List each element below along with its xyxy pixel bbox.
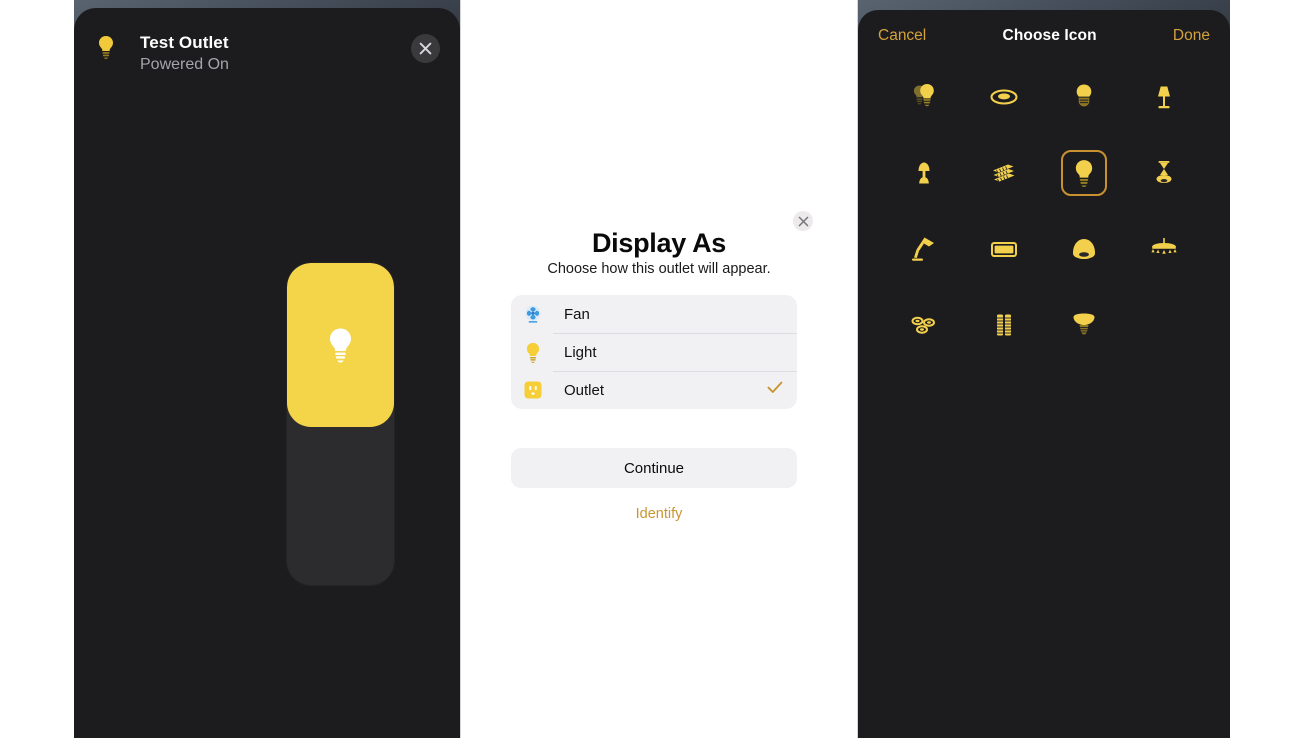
recessed-lights-icon xyxy=(911,316,935,334)
icon-cell-desk-lamp[interactable] xyxy=(884,226,964,272)
cancel-button[interactable]: Cancel xyxy=(878,27,926,45)
device-header: Test Outlet Powered On xyxy=(74,8,460,75)
icon-cell-light-strips[interactable] xyxy=(964,150,1044,196)
chandelier-icon xyxy=(1151,238,1177,254)
done-button[interactable]: Done xyxy=(1173,27,1210,45)
display-as-option-list: Fan Light Outlet xyxy=(511,295,797,409)
close-button[interactable] xyxy=(411,34,440,63)
slider-track[interactable] xyxy=(287,263,394,585)
panel-light-icon xyxy=(991,242,1017,257)
option-label: Light xyxy=(564,343,597,361)
icon-cell-table-lamp[interactable] xyxy=(1124,74,1204,120)
lightbulb-icon xyxy=(330,328,351,363)
option-light[interactable]: Light xyxy=(511,333,797,371)
table-lamp-icon xyxy=(1158,86,1170,109)
continue-button[interactable]: Continue xyxy=(511,448,797,488)
outlet-icon xyxy=(522,379,544,401)
choose-icon-header: Cancel Choose Icon Done xyxy=(858,10,1230,62)
lightbulb-icon xyxy=(1075,160,1093,187)
sheet-title: Choose Icon xyxy=(1002,27,1097,44)
page-title: Display As xyxy=(591,228,727,258)
icon-grid xyxy=(858,62,1230,348)
icon-cell-empty xyxy=(1124,302,1204,348)
identify-link[interactable]: Identify xyxy=(461,506,857,522)
desk-lamp-icon xyxy=(912,237,934,261)
choose-icon-sheet: Cancel Choose Icon Done xyxy=(858,10,1230,738)
display-as-page: Display As Choose how this outlet will a… xyxy=(460,0,858,738)
led-bulb-icon xyxy=(1076,84,1092,107)
icon-cell-panel-light[interactable] xyxy=(964,226,1044,272)
icon-cell-lightbulb[interactable] xyxy=(1044,150,1124,196)
pendant-lamp-icon xyxy=(1156,161,1172,183)
device-detail-sheet: Test Outlet Powered On xyxy=(74,8,460,738)
icon-cell-ring-light[interactable] xyxy=(964,74,1044,120)
lightbulb-icon xyxy=(94,32,118,62)
small-lamp-icon xyxy=(918,162,930,184)
option-fan[interactable]: Fan xyxy=(511,295,797,333)
light-strips-icon xyxy=(993,164,1015,183)
slider-fill[interactable] xyxy=(287,263,394,428)
fan-icon xyxy=(522,303,544,325)
icon-cell-chandelier[interactable] xyxy=(1124,226,1204,272)
flood-bulb-icon xyxy=(1073,313,1095,335)
close-icon xyxy=(798,216,808,226)
icon-cell-small-lamp[interactable] xyxy=(884,150,964,196)
icon-cell-dome-light[interactable] xyxy=(1044,226,1124,272)
option-label: Fan xyxy=(564,305,590,323)
icon-cell-recessed-lights[interactable] xyxy=(884,302,964,348)
option-check-mark xyxy=(767,381,783,399)
device-status: Powered On xyxy=(140,56,229,73)
close-icon xyxy=(419,42,432,55)
ring-light-icon xyxy=(990,89,1018,105)
device-header-text: Test Outlet Powered On xyxy=(140,32,411,75)
dome-light-icon xyxy=(1073,239,1095,259)
icon-cell-flood-bulb[interactable] xyxy=(1044,302,1124,348)
device-title: Test Outlet xyxy=(140,33,229,52)
two-bulbs-icon xyxy=(913,84,934,107)
icon-cell-light-tubes[interactable] xyxy=(964,302,1044,348)
page-subtitle: Choose how this outlet will appear. xyxy=(547,261,771,277)
icon-cell-led-bulb[interactable] xyxy=(1044,74,1124,120)
option-label: Outlet xyxy=(564,381,605,399)
brightness-slider[interactable] xyxy=(287,263,394,585)
option-outlet[interactable]: Outlet xyxy=(511,371,797,409)
lightbulb-icon xyxy=(522,341,544,363)
icon-cell-two-bulbs[interactable] xyxy=(884,74,964,120)
icon-cell-pendant-lamp[interactable] xyxy=(1124,150,1204,196)
light-tubes-icon xyxy=(997,314,1011,336)
